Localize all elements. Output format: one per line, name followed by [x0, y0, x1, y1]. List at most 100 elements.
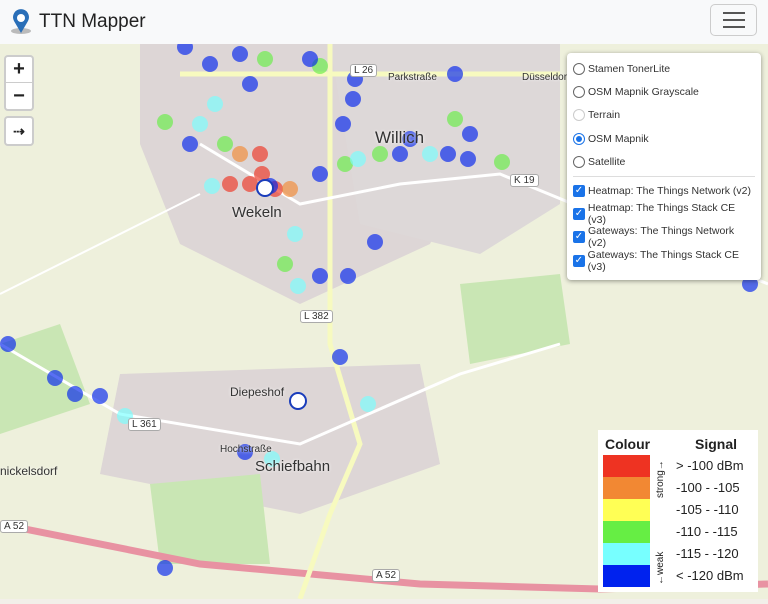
- radio[interactable]: [573, 156, 585, 169]
- overlay-gateways-ttn-v2[interactable]: ✓ Gateways: The Things Network (v2): [573, 225, 755, 250]
- heatmap-point[interactable]: [242, 176, 258, 192]
- checkbox[interactable]: ✓: [573, 231, 585, 244]
- heatmap-point[interactable]: [372, 146, 388, 162]
- map-label-wekeln: Wekeln: [232, 204, 282, 221]
- overlay-gateways-tts-v3[interactable]: ✓ Gateways: The Things Stack CE (v3): [573, 248, 755, 273]
- checkbox[interactable]: ✓: [573, 184, 585, 197]
- locate-control: ⇢: [4, 116, 34, 146]
- legend-swatch: [603, 499, 650, 521]
- legend-strong-label: strong→: [655, 460, 666, 498]
- base-layer-satellite[interactable]: Satellite: [573, 151, 755, 174]
- heatmap-point[interactable]: [312, 166, 328, 182]
- heatmap-point[interactable]: [312, 268, 328, 284]
- heatmap-point[interactable]: [222, 176, 238, 192]
- app-title[interactable]: TTN Mapper: [39, 11, 146, 33]
- heatmap-point[interactable]: [277, 256, 293, 272]
- overlay-heatmap-tts-v3[interactable]: ✓ Heatmap: The Things Stack CE (v3): [573, 202, 755, 227]
- legend-weak-label: ←weak: [655, 551, 666, 585]
- zoom-out-button[interactable]: −: [6, 83, 32, 109]
- zoom-in-button[interactable]: +: [6, 57, 32, 83]
- base-layer-terrain[interactable]: Terrain: [573, 104, 755, 127]
- heatmap-point[interactable]: [232, 146, 248, 162]
- heatmap-point[interactable]: [290, 278, 306, 294]
- navbar: TTN Mapper: [0, 0, 768, 44]
- radio[interactable]: [573, 109, 585, 122]
- gateway-marker-icon[interactable]: [289, 392, 307, 410]
- heatmap-point[interactable]: [332, 349, 348, 365]
- legend-level-label: -105 - -110: [676, 502, 739, 517]
- heatmap-point[interactable]: [242, 76, 258, 92]
- heatmap-point[interactable]: [252, 146, 268, 162]
- legend-level-label: < -120 dBm: [676, 568, 744, 583]
- heatmap-point[interactable]: [422, 146, 438, 162]
- layer-label: Gateways: The Things Network (v2): [588, 225, 735, 250]
- heatmap-point[interactable]: [447, 111, 463, 127]
- map-label-hochstrasse: Hochstraße: [220, 444, 272, 455]
- heatmap-point[interactable]: [67, 386, 83, 402]
- heatmap-point[interactable]: [302, 51, 318, 67]
- heatmap-point[interactable]: [340, 268, 356, 284]
- layer-label: Gateways: The Things Stack CE (v3): [587, 248, 740, 273]
- heatmap-point[interactable]: [47, 370, 63, 386]
- heatmap-point[interactable]: [287, 226, 303, 242]
- heatmap-point[interactable]: [494, 154, 510, 170]
- heatmap-point[interactable]: [202, 56, 218, 72]
- signal-legend: Colour Signal > -100 dBm -100 - -105 -105 -…: [598, 430, 758, 592]
- map-label-diepeshof: Diepeshof: [230, 385, 285, 399]
- heatmap-point[interactable]: [232, 46, 248, 62]
- menu-toggle-button[interactable]: [710, 4, 757, 36]
- heatmap-point[interactable]: [157, 560, 173, 576]
- heatmap-point[interactable]: [335, 116, 351, 132]
- legend-swatch: [603, 565, 650, 587]
- heatmap-point[interactable]: [345, 91, 361, 107]
- checkbox[interactable]: ✓: [573, 254, 585, 267]
- map-label-willich: Willich: [375, 128, 425, 147]
- base-layer-stamen-tonerlite[interactable]: Stamen TonerLite: [573, 57, 755, 80]
- heatmap-point[interactable]: [367, 234, 383, 250]
- heatmap-point[interactable]: [460, 151, 476, 167]
- legend-swatch: [603, 477, 650, 499]
- layer-label: Terrain: [588, 109, 621, 122]
- heatmap-point[interactable]: [182, 136, 198, 152]
- map-label-schiefbahn: Schiefbahn: [255, 458, 331, 475]
- road-shield-l361: L 361: [128, 418, 161, 431]
- legend-level-label: -110 - -115: [676, 524, 738, 539]
- layer-label: Satellite: [588, 156, 626, 169]
- heatmap-point[interactable]: [392, 146, 408, 162]
- heatmap-point[interactable]: [207, 96, 223, 112]
- road-shield-l26: L 26: [350, 64, 378, 77]
- heatmap-point[interactable]: [360, 396, 376, 412]
- legend-level-label: -100 - -105: [676, 480, 740, 495]
- map-label-duesseldorf: Düsseldorf: [522, 72, 570, 83]
- heatmap-point[interactable]: [462, 126, 478, 142]
- heatmap-point[interactable]: [217, 136, 233, 152]
- heatmap-point[interactable]: [350, 151, 366, 167]
- heatmap-point[interactable]: [257, 51, 273, 67]
- legend-level-label: -115 - -120: [676, 546, 739, 561]
- heatmap-point[interactable]: [447, 66, 463, 82]
- radio[interactable]: [573, 62, 585, 75]
- heatmap-point[interactable]: [282, 181, 298, 197]
- locate-button[interactable]: ⇢: [6, 118, 32, 144]
- base-layer-osm-grayscale[interactable]: OSM Mapnik Grayscale: [573, 80, 755, 103]
- heatmap-point[interactable]: [440, 146, 456, 162]
- legend-colour-title: Colour: [605, 436, 651, 452]
- layer-label: Heatmap: The Things Stack CE (v3): [587, 202, 736, 227]
- gateway-marker-icon[interactable]: [256, 179, 274, 197]
- layer-label: Heatmap: The Things Network (v2): [588, 184, 752, 197]
- ttn-mapper-logo-icon: [10, 9, 32, 35]
- road-shield-k19: K 19: [510, 174, 539, 187]
- heatmap-point[interactable]: [157, 114, 173, 130]
- heatmap-point[interactable]: [204, 178, 220, 194]
- radio[interactable]: [573, 86, 585, 99]
- heatmap-point[interactable]: [0, 336, 16, 352]
- radio[interactable]: [573, 132, 585, 145]
- heatmap-point[interactable]: [92, 388, 108, 404]
- checkbox[interactable]: ✓: [573, 208, 585, 221]
- legend-swatch: [603, 543, 650, 565]
- heatmap-point[interactable]: [192, 116, 208, 132]
- legend-swatch: [603, 521, 650, 543]
- base-layer-osm-mapnik[interactable]: OSM Mapnik: [573, 127, 755, 150]
- overlay-heatmap-ttn-v2[interactable]: ✓ Heatmap: The Things Network (v2): [573, 179, 755, 202]
- road-shield-l382: L 382: [300, 310, 333, 323]
